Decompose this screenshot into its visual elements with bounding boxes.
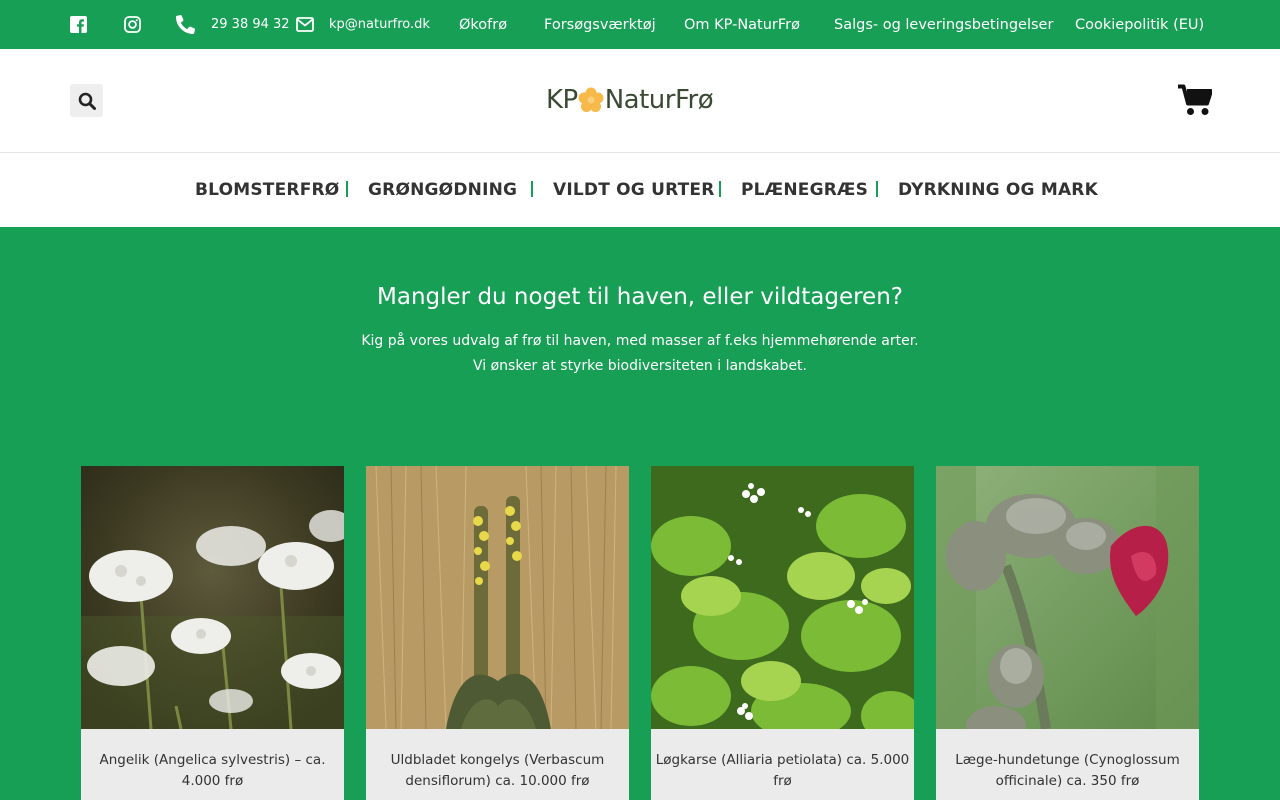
product-image-angelik[interactable] [81,466,344,729]
phone-icon [176,0,195,49]
site-logo[interactable]: KP NaturFrø [546,83,714,117]
nav-separator [719,181,721,197]
shopping-cart-icon [1178,84,1213,115]
product-image-logkarse[interactable] [651,466,914,729]
cart-button[interactable] [1178,84,1213,116]
topnav-om-kp-naturfro[interactable]: Om KP-NaturFrø [684,0,800,49]
hero-text-line-1: Kig på vores udvalg af frø til haven, me… [361,333,919,349]
nav-separator [876,181,878,197]
product-card[interactable]: Løgkarse (Alliaria petiolata) ca. 5.000 … [651,466,914,800]
product-title[interactable]: Løgkarse (Alliaria petiolata) ca. 5.000 … [651,750,914,792]
search-icon [78,92,96,110]
product-title[interactable]: Angelik (Angelica sylvestris) – ca. 4.00… [81,750,344,792]
top-bar: 29 38 94 32 kp@naturfro.dk Økofrø Forsøg… [0,0,1280,49]
logo-text-kp: KP [546,85,578,115]
logo-text-naturfro: NaturFrø [604,85,714,115]
product-card[interactable]: Læge-hundetunge (Cynoglossum officinale)… [936,466,1199,800]
nav-vildt-og-urter[interactable]: VILDT OG URTER [553,153,715,227]
product-card[interactable]: Uldbladet kongelys (Verbascum densifloru… [366,466,629,800]
product-card[interactable]: Angelik (Angelica sylvestris) – ca. 4.00… [81,466,344,800]
nav-separator [346,181,348,197]
phone-number[interactable]: 29 38 94 32 [211,0,290,49]
nav-grongodning[interactable]: GRØNGØDNING [368,153,517,227]
topnav-okofro[interactable]: Økofrø [459,0,507,49]
topnav-cookiepolitik[interactable]: Cookiepolitik (EU) [1075,0,1204,49]
hero-text-line-2: Vi ønsker at styrke biodiversiteten i la… [472,358,807,374]
nav-separator [531,181,533,197]
product-image-uldbladet-kongelys[interactable] [366,466,629,729]
hero-title: Mangler du noget til haven, eller vildta… [377,284,903,310]
email-icon [296,0,314,49]
flower-icon [578,87,604,112]
product-title[interactable]: Uldbladet kongelys (Verbascum densifloru… [366,750,629,792]
site-header: KP NaturFrø [0,49,1280,153]
topnav-forsogsvaerktoj[interactable]: Forsøgsværktøj [544,0,656,49]
instagram-icon[interactable] [124,0,141,49]
product-title[interactable]: Læge-hundetunge (Cynoglossum officinale)… [936,750,1199,792]
topnav-salgs-og-leveringsbetingelser[interactable]: Salgs- og leveringsbetingelser [834,0,1053,49]
facebook-icon[interactable] [70,0,87,49]
product-image-laege-hundetunge[interactable] [936,466,1199,729]
email-link[interactable]: kp@naturfro.dk [329,0,430,49]
nav-plaenegraes[interactable]: PLÆNEGRÆS [741,153,868,227]
nav-blomsterfro[interactable]: BLOMSTERFRØ [195,153,339,227]
search-button[interactable] [70,84,103,117]
main-navigation: BLOMSTERFRØ GRØNGØDNING VILDT OG URTER P… [0,153,1280,227]
nav-dyrkning-og-mark[interactable]: DYRKNING OG MARK [898,153,1098,227]
